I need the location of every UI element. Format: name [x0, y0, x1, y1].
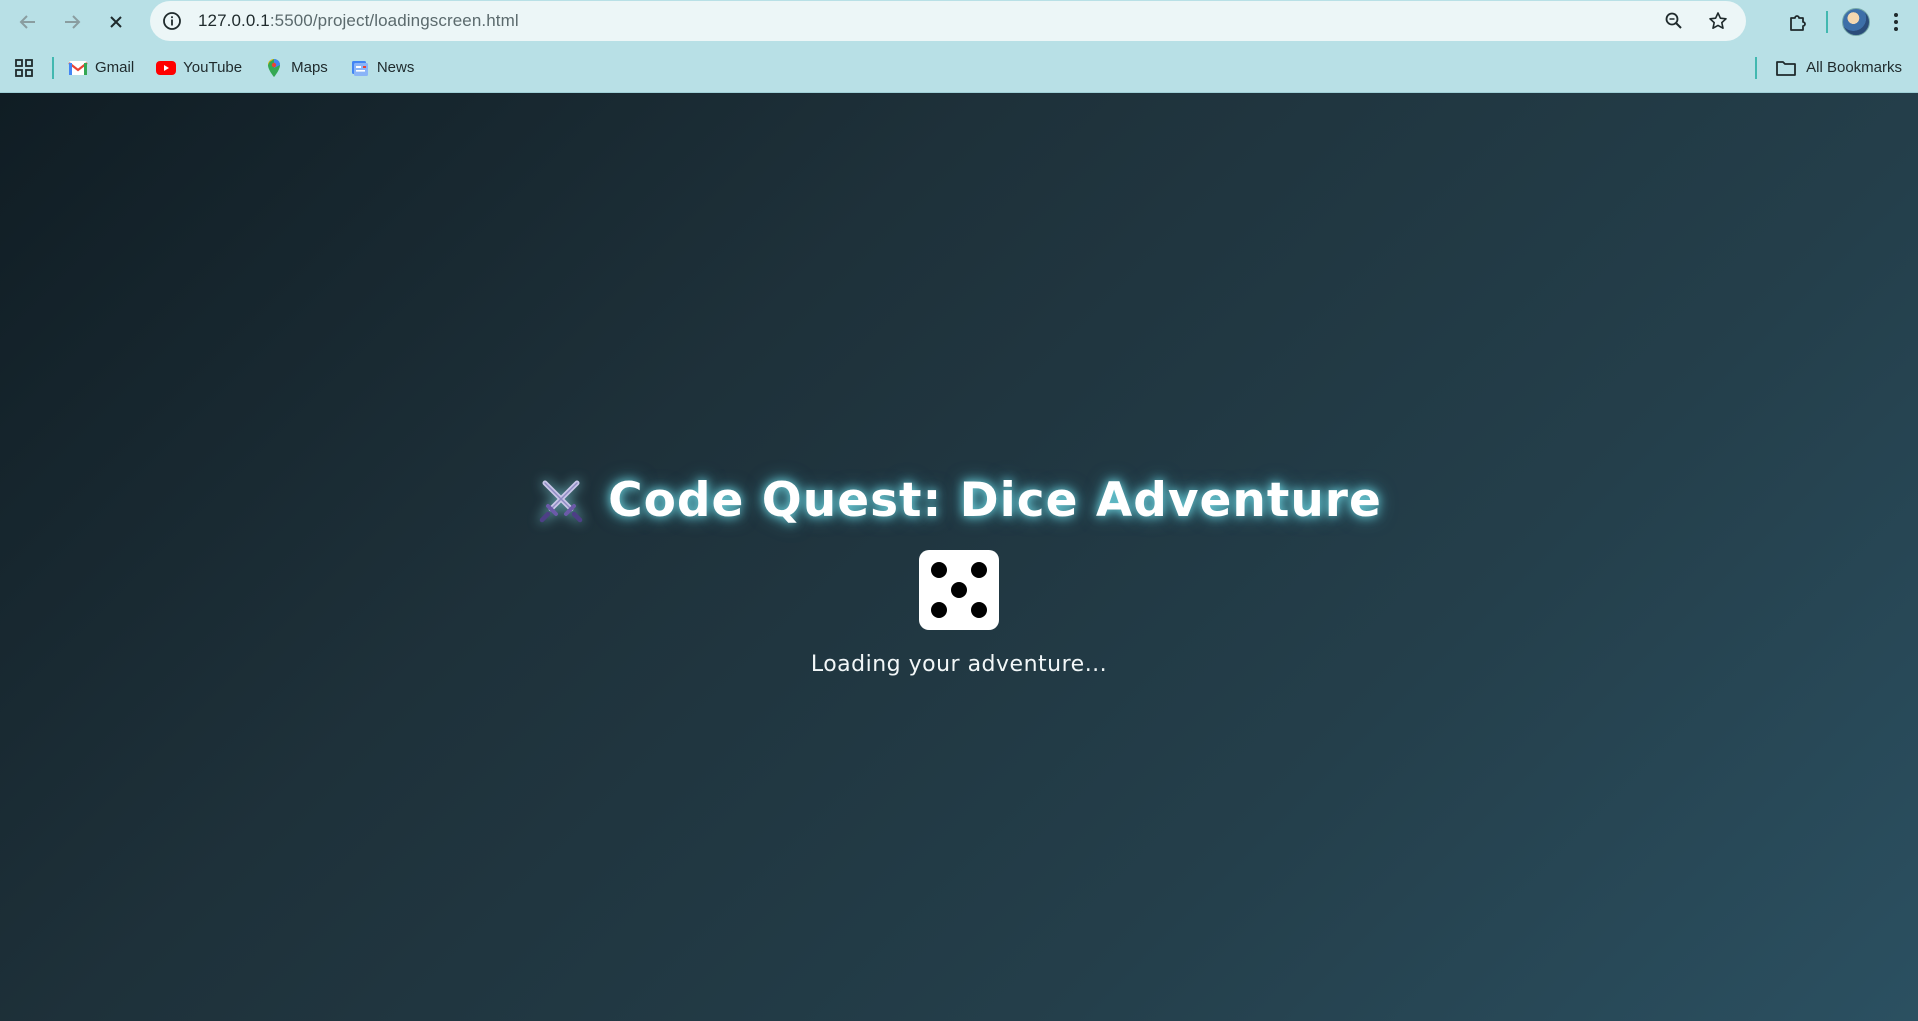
loading-text: Loading your adventure... [810, 652, 1108, 677]
dice-pip [971, 602, 987, 618]
youtube-icon [156, 58, 177, 78]
toolbar-right [1782, 0, 1918, 43]
dice-pip [951, 582, 967, 598]
game-title-text: Code Quest: Dice Adventure [608, 473, 1382, 528]
avatar [1842, 7, 1870, 36]
bookmarks-bar: Gmail YouTube Maps News All Bookmarks [0, 43, 1918, 93]
address-bar-actions [1658, 1, 1734, 41]
game-title: Code Quest: Dice Adventure [536, 473, 1382, 528]
address-bar[interactable]: 127.0.0.1:5500/project/loadingscreen.htm… [150, 1, 1746, 41]
url-path: :5500/project/loadingscreen.html [269, 11, 519, 30]
dice-pip [971, 562, 987, 578]
site-info-icon[interactable] [154, 3, 190, 39]
all-bookmarks-button[interactable]: All Bookmarks [1755, 43, 1902, 92]
dice [919, 550, 999, 630]
url-host: 127.0.0.1 [198, 11, 270, 30]
bookmark-youtube[interactable]: YouTube [156, 58, 242, 78]
extensions-button[interactable] [1782, 6, 1814, 38]
bookmark-label: YouTube [183, 59, 243, 76]
bookmark-maps[interactable]: Maps [264, 58, 328, 78]
stop-loading-button[interactable] [94, 0, 138, 43]
close-icon [110, 15, 122, 28]
puzzle-icon [1790, 14, 1806, 31]
crossed-swords-icon [539, 480, 583, 522]
apps-grid-icon [15, 58, 33, 77]
bookmark-star-button[interactable] [1702, 5, 1734, 37]
bookmark-label: News [376, 59, 415, 76]
loading-screen: Code Quest: Dice Adventure Loading your … [0, 93, 1918, 1021]
browser-toolbar: 127.0.0.1:5500/project/loadingscreen.htm… [0, 0, 1918, 43]
dice-pip [931, 602, 947, 618]
zoom-icon [1665, 12, 1682, 29]
more-vertical-icon [1894, 12, 1898, 31]
gmail-icon [68, 58, 88, 78]
maps-icon [264, 58, 284, 78]
browser-window: 127.0.0.1:5500/project/loadingscreen.htm… [0, 0, 1918, 1021]
folder-icon [1775, 58, 1797, 78]
bookmark-label: Gmail [95, 59, 135, 76]
news-icon [350, 58, 370, 78]
toolbar-divider [1826, 10, 1828, 33]
url-text[interactable]: 127.0.0.1:5500/project/loadingscreen.htm… [198, 11, 519, 31]
zoom-button[interactable] [1658, 5, 1690, 37]
all-bookmarks-divider [1755, 56, 1758, 79]
bookmark-label: Maps [291, 59, 328, 76]
bookmark-gmail[interactable]: Gmail [68, 58, 134, 78]
all-bookmarks-label: All Bookmarks [1806, 59, 1902, 76]
back-button[interactable] [6, 0, 50, 43]
profile-button[interactable] [1840, 6, 1872, 38]
arrow-left-icon [19, 14, 35, 29]
apps-button[interactable] [12, 56, 36, 80]
bookmark-news[interactable]: News [350, 58, 415, 78]
bookmarks-divider [52, 56, 54, 79]
star-icon [1709, 12, 1727, 29]
forward-button[interactable] [50, 0, 94, 43]
menu-button[interactable] [1880, 6, 1912, 38]
arrow-right-icon [65, 14, 81, 29]
dice-pip [931, 562, 947, 578]
